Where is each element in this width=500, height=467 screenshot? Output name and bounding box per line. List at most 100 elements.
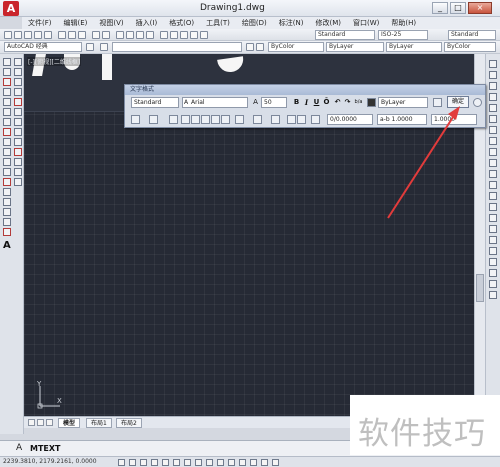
overline-button[interactable]: Ō	[322, 97, 331, 108]
scrollbar-thumb[interactable]	[476, 274, 484, 302]
quick-leader-icon[interactable]	[489, 291, 497, 299]
menu-item-1[interactable]: 编辑(E)	[58, 18, 94, 28]
workspace-combo[interactable]: AutoCAD 经典	[4, 42, 82, 52]
rectangle-icon[interactable]	[3, 98, 11, 106]
extend-icon[interactable]	[14, 158, 22, 166]
width-factor-input[interactable]: 1.0000	[431, 114, 477, 125]
align-right-icon[interactable]	[201, 115, 210, 124]
layer-combo[interactable]	[112, 42, 242, 52]
next-tab-icon[interactable]	[46, 419, 53, 426]
qp-icon[interactable]	[217, 459, 224, 466]
rotate-icon[interactable]	[14, 118, 22, 126]
linear-dim-icon[interactable]	[489, 60, 497, 68]
text-color-select[interactable]: ByLayer	[378, 97, 428, 108]
dim-style-combo[interactable]: ISO-25	[378, 30, 428, 40]
symbol-icon[interactable]	[311, 115, 320, 124]
ellipse-icon[interactable]	[3, 148, 11, 156]
menu-item-7[interactable]: 标注(N)	[273, 18, 310, 28]
tab-layout2[interactable]: 布局2	[116, 418, 142, 428]
linetype-combo[interactable]: ByLayer	[326, 42, 384, 52]
make-current-layer-icon[interactable]	[246, 43, 254, 51]
align-left-icon[interactable]	[181, 115, 190, 124]
inspection-icon[interactable]	[489, 225, 497, 233]
prev-tab-icon[interactable]	[37, 419, 44, 426]
polygon-icon[interactable]	[3, 88, 11, 96]
oblique-angle-input[interactable]: 0/0.0000	[327, 114, 373, 125]
layer-manager-icon[interactable]	[100, 43, 108, 51]
offset-icon[interactable]	[14, 88, 22, 96]
line-icon[interactable]	[3, 58, 11, 66]
ellipse-arc-icon[interactable]	[3, 158, 11, 166]
stack-button[interactable]: b/a	[354, 97, 363, 108]
tab-layout1[interactable]: 布局1	[86, 418, 112, 428]
redo-text-button[interactable]: ↷	[343, 97, 352, 108]
break-icon[interactable]	[14, 168, 22, 176]
plot-style-combo[interactable]: ByColor	[444, 42, 496, 52]
align-center-icon[interactable]	[191, 115, 200, 124]
italic-button[interactable]: I	[302, 97, 311, 108]
options-icon[interactable]	[473, 98, 482, 107]
model-space-icon[interactable]	[228, 459, 235, 466]
viewport-controls-label[interactable]: [-][俯视][二维线框]	[27, 57, 82, 66]
lowercase-icon[interactable]	[297, 115, 306, 124]
polar-icon[interactable]	[151, 459, 158, 466]
erase-icon[interactable]	[14, 58, 22, 66]
mtext-justification-icon[interactable]	[149, 115, 158, 124]
otrack-icon[interactable]	[173, 459, 180, 466]
annotative-icon[interactable]: A	[251, 97, 260, 108]
construction-line-icon[interactable]	[3, 68, 11, 76]
radius-icon[interactable]	[489, 104, 497, 112]
text-height-input[interactable]: 50	[261, 97, 287, 108]
tab-model[interactable]: 模型	[58, 418, 81, 428]
tracking-input[interactable]: a-b 1.0000	[377, 114, 427, 125]
text-formatting-title[interactable]: 文字格式	[125, 85, 485, 95]
ruler-icon[interactable]	[433, 98, 442, 107]
annotation-scale-icon[interactable]	[239, 459, 246, 466]
undo-icon[interactable]	[92, 31, 100, 39]
arc-length-icon[interactable]	[489, 82, 497, 90]
redo-icon[interactable]	[102, 31, 110, 39]
workspace-switch-icon[interactable]	[250, 459, 257, 466]
aligned-dim-icon[interactable]	[489, 71, 497, 79]
continue-icon[interactable]	[489, 170, 497, 178]
color-combo[interactable]: ByColor	[268, 42, 324, 52]
menu-item-6[interactable]: 绘图(D)	[236, 18, 273, 28]
zoom-icon[interactable]	[126, 31, 134, 39]
lineweight-combo[interactable]: ByLayer	[386, 42, 442, 52]
dim-space-icon[interactable]	[489, 181, 497, 189]
uppercase-icon[interactable]	[287, 115, 296, 124]
properties-icon[interactable]	[160, 31, 168, 39]
color-swatch-icon[interactable]	[367, 98, 376, 107]
table-style-combo[interactable]: Standard	[448, 30, 496, 40]
print-icon[interactable]	[34, 31, 42, 39]
point-icon[interactable]	[3, 188, 11, 196]
dim-text-edit-icon[interactable]	[489, 258, 497, 266]
quick-dim-icon[interactable]	[489, 148, 497, 156]
minimize-button[interactable]: _	[432, 2, 448, 14]
layer-previous-icon[interactable]	[256, 43, 264, 51]
stretch-icon[interactable]	[14, 138, 22, 146]
grid-icon[interactable]	[129, 459, 136, 466]
text-style-select[interactable]: Standard	[131, 97, 179, 108]
menu-item-5[interactable]: 工具(T)	[200, 18, 236, 28]
font-select[interactable]: A Arial	[182, 97, 248, 108]
dim-update-icon[interactable]	[489, 269, 497, 277]
join-icon[interactable]	[14, 178, 22, 186]
new-icon[interactable]	[4, 31, 12, 39]
jogged-linear-icon[interactable]	[489, 236, 497, 244]
jogged-icon[interactable]	[489, 115, 497, 123]
zoom-previous-icon[interactable]	[146, 31, 154, 39]
ordinate-icon[interactable]	[489, 93, 497, 101]
paragraph-icon[interactable]	[169, 115, 178, 124]
menu-item-2[interactable]: 视图(V)	[93, 18, 129, 28]
mirror-icon[interactable]	[14, 78, 22, 86]
tool-palettes-icon[interactable]	[180, 31, 188, 39]
region-icon[interactable]	[3, 218, 11, 226]
trim-icon[interactable]	[14, 148, 22, 156]
diameter-icon[interactable]	[489, 126, 497, 134]
hatch-icon[interactable]	[3, 198, 11, 206]
array-icon[interactable]	[14, 98, 22, 106]
osnap-icon[interactable]	[162, 459, 169, 466]
ducs-icon[interactable]	[184, 459, 191, 466]
make-block-icon[interactable]	[3, 178, 11, 186]
